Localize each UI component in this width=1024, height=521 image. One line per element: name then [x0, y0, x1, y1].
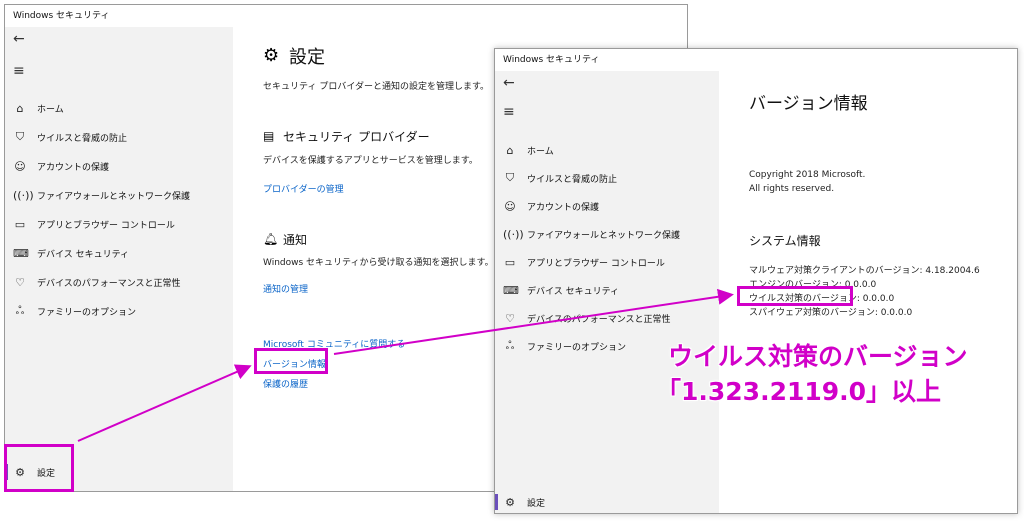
annotation-line-1: ウイルス対策のバージョン [668, 342, 968, 371]
arrow-to-version-link [77, 364, 252, 442]
annotation-line-2: 「1.323.2119.0」以上 [656, 377, 942, 406]
annotation-arrows [77, 288, 734, 442]
